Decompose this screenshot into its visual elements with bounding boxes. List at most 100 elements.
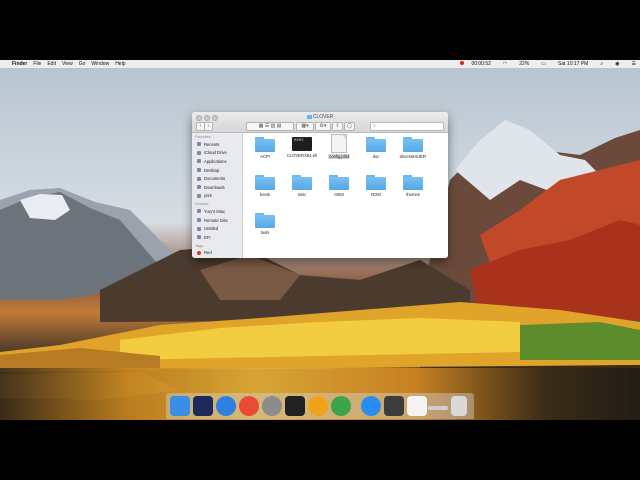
arrange-button[interactable]: ▦▾ [296, 122, 314, 131]
window-title-text: CLOVER [312, 114, 334, 120]
menu-help[interactable]: Help [115, 61, 125, 67]
file-label: ROM [371, 192, 381, 197]
executable-icon-text: exec [294, 137, 304, 142]
sidebar-header-devices: Devices [195, 202, 209, 207]
document-icon [331, 134, 347, 153]
file-item-kexts[interactable]: kexts [247, 175, 283, 197]
recording-time: 00:00:52 [471, 61, 491, 67]
file-item-misc[interactable]: misc [284, 175, 320, 197]
menu-app-finder[interactable]: Finder [12, 61, 27, 67]
view-mode-segment[interactable]: ▦ ☰ ▥ ▤ [246, 122, 294, 131]
folder-icon [366, 175, 386, 190]
share-icon[interactable]: ⇧ [332, 122, 343, 131]
sidebar-item-recents[interactable]: Recents [192, 140, 242, 149]
folder-icon [255, 137, 275, 152]
dock-finder-icon[interactable] [170, 396, 190, 416]
sidebar-item-label: Applications [204, 158, 227, 164]
file-item-cloverx64[interactable]: exec CLOVERX64.efi [284, 137, 320, 158]
dock-photoshop-icon[interactable] [193, 396, 213, 416]
sidebar-item-label: Remote Disc [204, 217, 228, 223]
file-item-themes[interactable]: themes [395, 175, 431, 197]
file-label: ACPI [260, 154, 270, 159]
sidebar-item-documents[interactable]: Documents [192, 174, 242, 183]
finder-sidebar: Favorites Recents iCloud Drive Applicati… [192, 133, 243, 258]
sidebar-header-favorites: Favorites [195, 135, 211, 139]
dock-maps-icon[interactable] [331, 396, 351, 416]
drive-icon [197, 226, 201, 231]
folder-title-icon [306, 114, 312, 119]
folder-icon [403, 175, 423, 190]
dock-google-drive-icon[interactable] [308, 396, 328, 416]
sidebar-item-applications[interactable]: Applications [192, 157, 242, 166]
sidebar-item-desktop[interactable]: Desktop [192, 166, 242, 175]
file-item-acpi[interactable]: ACPI [247, 137, 283, 159]
clock[interactable]: Sat 10:17 PM [558, 61, 588, 67]
forward-button[interactable]: › [204, 122, 213, 131]
sidebar-item-downloads[interactable]: Downloads [192, 183, 242, 192]
sidebar-item-efi[interactable]: EFI [192, 233, 242, 242]
red-tag-icon [197, 250, 201, 255]
notification-center-icon[interactable]: ☰ [632, 61, 636, 67]
menu-go[interactable]: Go [79, 61, 86, 67]
sidebar-item-untitled[interactable]: Untitled [192, 224, 242, 233]
dock-system-preferences-icon[interactable] [262, 396, 282, 416]
folder-icon [366, 137, 386, 152]
file-label: CLOVERX64.efi [286, 153, 318, 158]
sidebar-item-icloud[interactable]: iCloud Drive [192, 149, 242, 158]
dock-app-store-icon[interactable] [361, 396, 381, 416]
dock-trash-icon[interactable] [451, 396, 467, 416]
window-title: CLOVER [192, 114, 448, 120]
download-icon [197, 185, 201, 190]
dock-safari-icon[interactable] [216, 396, 236, 416]
spotlight-icon[interactable]: ⌕ [600, 61, 603, 67]
dock-notes-icon[interactable] [407, 396, 427, 416]
dock-installer-icon[interactable] [384, 396, 404, 416]
drive-icon [197, 235, 201, 240]
file-item-tools[interactable]: tools [247, 213, 283, 235]
clock-icon [197, 142, 201, 147]
battery-status[interactable]: 22% [519, 61, 529, 67]
file-label: tools [260, 230, 270, 235]
sidebar-header-tags: Tags [195, 243, 204, 248]
file-item-config-plist[interactable]: config.plist [321, 134, 357, 159]
wifi-icon[interactable]: ◠ [503, 61, 507, 67]
file-label: themes [406, 192, 420, 197]
menu-file[interactable]: File [33, 61, 41, 67]
dock-chrome-icon[interactable] [239, 396, 259, 416]
search-icon: ⌕ [373, 123, 376, 129]
sidebar-item-label: Downloads [204, 184, 225, 190]
record-icon [460, 61, 465, 65]
file-item-drivers64uefi[interactable]: drivers64UEFI [395, 137, 431, 159]
menu-view[interactable]: View [62, 61, 73, 67]
sidebar-item-label: Yury's iMac [204, 208, 226, 214]
action-gear-icon[interactable]: ⚙▾ [315, 122, 331, 131]
sidebar-item-label: york [204, 193, 212, 199]
file-item-doc[interactable]: doc [358, 137, 394, 159]
folder-icon [255, 213, 275, 228]
sidebar-item-remote-disc[interactable]: Remote Disc [192, 216, 242, 225]
file-item-oem[interactable]: OEM [321, 175, 357, 197]
sidebar-item-label: EFI [204, 234, 211, 240]
file-label: config.plist [328, 154, 350, 159]
sidebar-item-imac[interactable]: Yury's iMac [192, 207, 242, 216]
executable-icon: exec [292, 137, 312, 151]
sidebar-item-tag-red[interactable]: Red [192, 249, 242, 258]
search-field[interactable]: ⌕ [370, 122, 444, 131]
battery-icon: ▭ [541, 61, 547, 67]
folder-icon [292, 175, 312, 190]
dock-downloads-stack-icon[interactable] [428, 406, 448, 410]
menu-window[interactable]: Window [91, 61, 109, 67]
menu-edit[interactable]: Edit [47, 61, 56, 67]
cloud-icon [197, 150, 201, 155]
file-item-rom[interactable]: ROM [358, 175, 394, 197]
computer-icon [197, 209, 201, 214]
file-label: misc [297, 192, 307, 197]
recording-indicator[interactable]: 00:00:52 [460, 61, 491, 67]
home-icon [197, 193, 201, 198]
dock-terminal-icon[interactable] [285, 396, 305, 416]
sidebar-item-york[interactable]: york [192, 192, 242, 201]
document-icon [197, 176, 201, 181]
siri-icon[interactable]: ◉ [615, 61, 619, 67]
dock [166, 393, 474, 419]
tag-icon[interactable]: ◯ [344, 122, 355, 131]
